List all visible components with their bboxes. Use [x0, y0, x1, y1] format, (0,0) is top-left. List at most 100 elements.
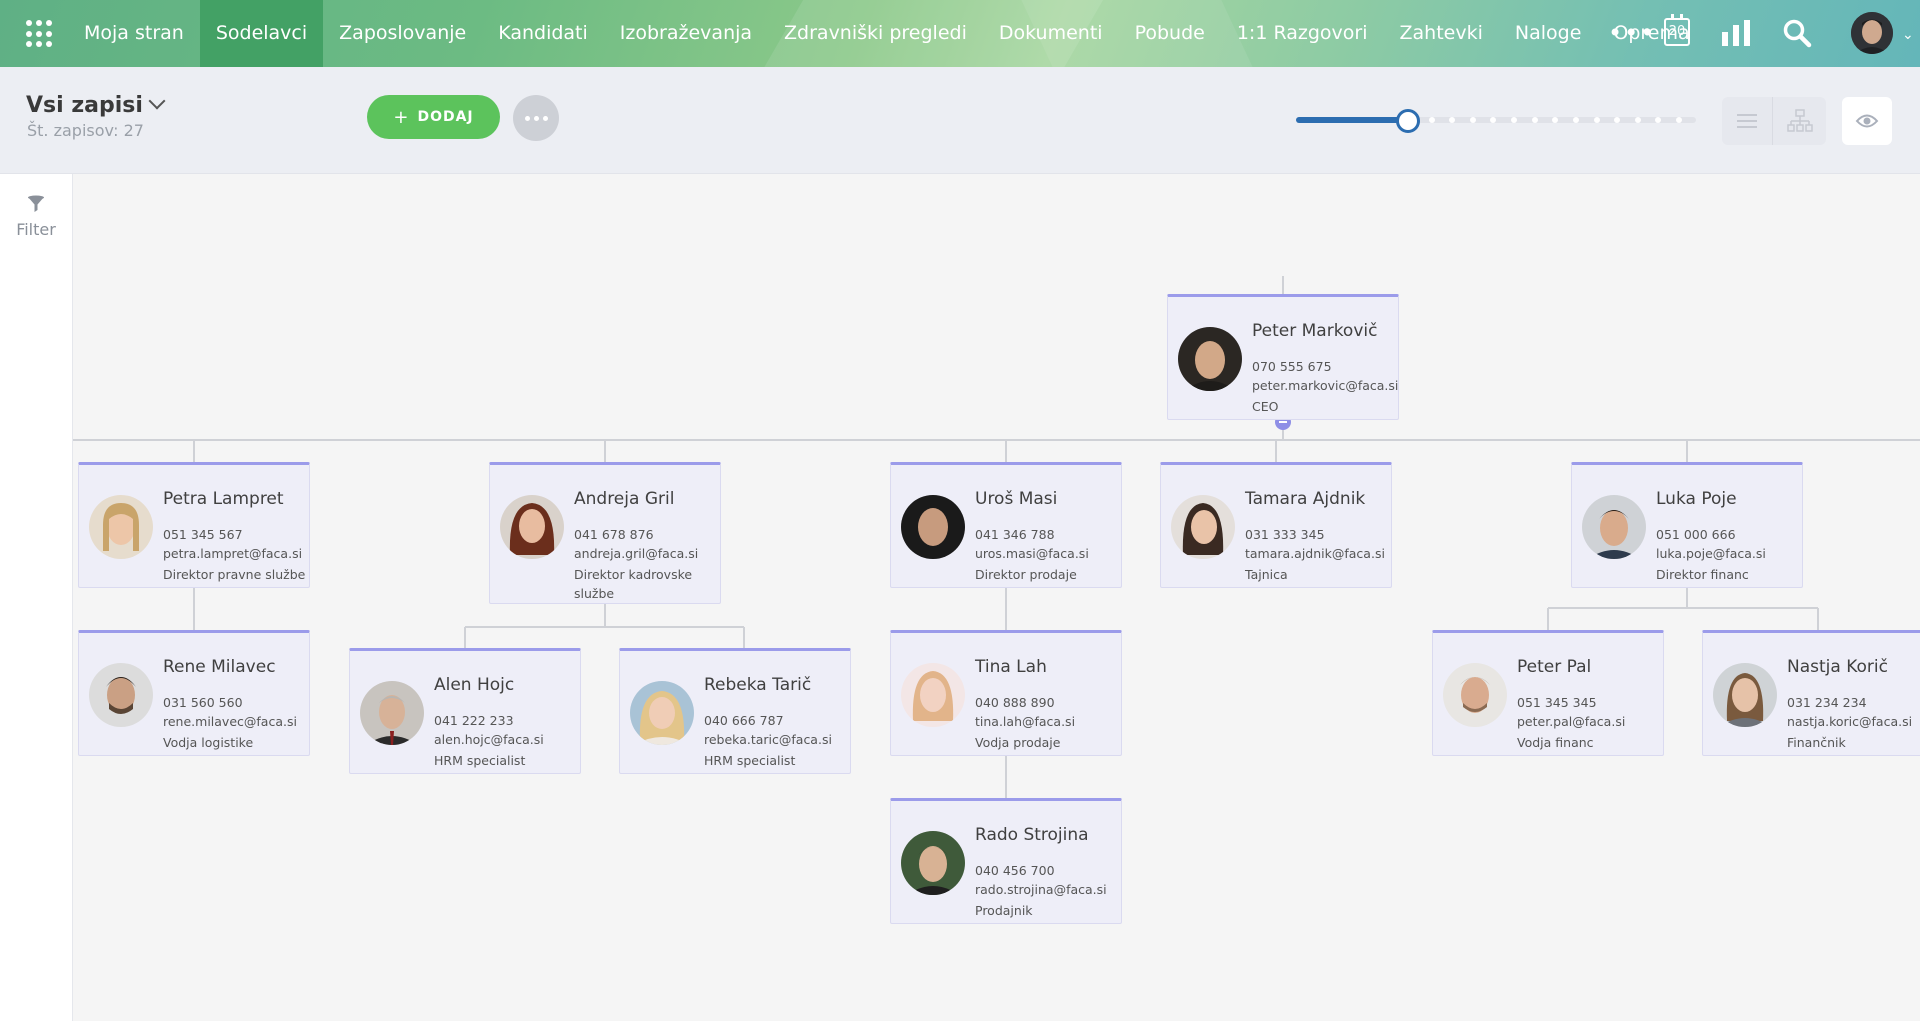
nav-more-button[interactable]: ••• — [1608, 20, 1656, 46]
employee-email[interactable]: peter.pal@faca.si — [1517, 714, 1625, 729]
employee-phone: 031 560 560 — [163, 695, 243, 710]
record-count: Št. zapisov: 27 — [27, 121, 144, 140]
employee-phone: 041 678 876 — [574, 527, 654, 542]
employee-role: Vodja logistike — [163, 735, 254, 750]
nav-item-izobrazevanja[interactable]: Izobraževanja — [604, 0, 768, 67]
employee-name: Tamara Ajdnik — [1245, 489, 1366, 509]
zoom-step-dot[interactable] — [1469, 117, 1476, 123]
user-avatar[interactable] — [1851, 12, 1893, 54]
zoom-step-dot[interactable] — [1676, 117, 1682, 123]
employee-email[interactable]: rene.milavec@faca.si — [163, 714, 297, 729]
employee-card[interactable]: Peter Pal 051 345 345 peter.pal@faca.si … — [1432, 630, 1664, 756]
employee-email[interactable]: nastja.koric@faca.si — [1787, 714, 1912, 729]
nav-menu: Moja stran Sodelavci Zaposlovanje Kandid… — [68, 0, 1706, 67]
nav-item-naloge[interactable]: Naloge — [1499, 0, 1598, 67]
employee-photo — [1582, 495, 1646, 559]
employee-phone: 041 346 788 — [975, 527, 1055, 542]
employee-phone: 041 222 233 — [434, 713, 514, 728]
visibility-button[interactable] — [1842, 97, 1892, 145]
employee-card[interactable]: Petra Lampret 051 345 567 petra.lampret@… — [78, 462, 310, 588]
zoom-step-dot[interactable] — [1531, 117, 1538, 123]
employee-card-ceo[interactable]: Peter Markovič 070 555 675 peter.markovi… — [1167, 294, 1399, 420]
employee-card[interactable]: Tamara Ajdnik 031 333 345 tamara.ajdnik@… — [1160, 462, 1392, 588]
nav-item-kandidati[interactable]: Kandidati — [482, 0, 604, 67]
employee-name: Uroš Masi — [975, 489, 1058, 509]
employee-card[interactable]: Uroš Masi 041 346 788 uros.masi@faca.si … — [890, 462, 1122, 588]
tree-view-icon[interactable] — [1774, 97, 1826, 145]
employee-email[interactable]: rebeka.taric@faca.si — [704, 732, 832, 747]
calendar-icon[interactable]: 20 — [1664, 14, 1690, 46]
employee-name: Andreja Gril — [574, 489, 675, 509]
nav-item-pobude[interactable]: Pobude — [1119, 0, 1221, 67]
employee-role: Direktor pravne službe — [163, 567, 306, 582]
chevron-down-icon — [148, 92, 166, 110]
employee-card[interactable]: Tina Lah 040 888 890 tina.lah@faca.si Vo… — [890, 630, 1122, 756]
employee-phone: 040 666 787 — [704, 713, 784, 728]
employee-photo — [901, 495, 965, 559]
org-chart: Peter Markovič 070 555 675 peter.markovi… — [73, 174, 1920, 1021]
employee-card[interactable]: Rado Strojina 040 456 700 rado.strojina@… — [890, 798, 1122, 924]
search-icon[interactable] — [1782, 18, 1812, 48]
employee-email[interactable]: tina.lah@faca.si — [975, 714, 1075, 729]
employee-role: HRM specialist — [704, 753, 796, 768]
employee-card[interactable]: Rebeka Tarič 040 666 787 rebeka.taric@fa… — [619, 648, 851, 774]
bar-chart-icon[interactable] — [1722, 20, 1750, 46]
apps-grid-icon[interactable] — [26, 20, 54, 48]
employee-photo — [1443, 663, 1507, 727]
employee-photo — [89, 495, 153, 559]
employee-email[interactable]: tamara.ajdnik@faca.si — [1245, 546, 1385, 561]
plus-icon: + — [393, 106, 410, 128]
view-title: Vsi zapisi — [26, 93, 143, 118]
employee-role: Tajnica — [1245, 567, 1288, 582]
nav-item-zaposlovanje[interactable]: Zaposlovanje — [323, 0, 482, 67]
zoom-step-dot[interactable] — [1428, 117, 1435, 123]
employee-photo — [89, 663, 153, 727]
employee-email[interactable]: andreja.gril@faca.si — [574, 546, 698, 561]
nav-item-zahtevki[interactable]: Zahtevki — [1384, 0, 1499, 67]
employee-photo — [1178, 327, 1242, 391]
employee-photo — [901, 663, 965, 727]
add-button-label: DODAJ — [417, 109, 474, 125]
more-options-button[interactable] — [513, 95, 559, 141]
employee-email[interactable]: uros.masi@faca.si — [975, 546, 1089, 561]
list-view-icon[interactable] — [1722, 97, 1773, 145]
zoom-step-dot[interactable] — [1634, 117, 1641, 123]
employee-email[interactable]: alen.hojc@faca.si — [434, 732, 544, 747]
zoom-step-dot[interactable] — [1572, 117, 1579, 123]
eye-icon — [1855, 114, 1879, 128]
nav-item-moja-stran[interactable]: Moja stran — [68, 0, 200, 67]
employee-card[interactable]: Rene Milavec 031 560 560 rene.milavec@fa… — [78, 630, 310, 756]
view-selector[interactable]: Vsi zapisi — [26, 92, 166, 118]
employee-email[interactable]: luka.poje@faca.si — [1656, 546, 1766, 561]
employee-photo — [1171, 495, 1235, 559]
employee-email[interactable]: petra.lampret@faca.si — [163, 546, 302, 561]
filter-sidebar: Filter — [0, 174, 73, 1021]
employee-card[interactable]: Alen Hojc 041 222 233 alen.hojc@faca.si … — [349, 648, 581, 774]
employee-phone: 070 555 675 — [1252, 359, 1332, 374]
zoom-slider[interactable] — [1296, 108, 1696, 133]
zoom-step-dot[interactable] — [1593, 117, 1600, 123]
employee-card[interactable]: Nastja Korič 031 234 234 nastja.koric@fa… — [1702, 630, 1920, 756]
employee-email[interactable]: peter.markovic@faca.si — [1252, 378, 1398, 393]
nav-item-dokumenti[interactable]: Dokumenti — [983, 0, 1119, 67]
filter-label[interactable]: Filter — [0, 220, 72, 239]
employee-email[interactable]: rado.strojina@faca.si — [975, 882, 1107, 897]
filter-icon[interactable] — [26, 194, 46, 214]
zoom-slider-knob[interactable] — [1396, 109, 1420, 133]
employee-phone: 031 234 234 — [1787, 695, 1867, 710]
employee-photo — [500, 495, 564, 559]
nav-item-razgovori[interactable]: 1:1 Razgovori — [1221, 0, 1384, 67]
employee-photo — [360, 681, 424, 745]
add-button[interactable]: + DODAJ — [367, 95, 500, 139]
employee-card[interactable]: Andreja Gril 041 678 876 andreja.gril@fa… — [489, 462, 721, 604]
employee-role: Direktor financ — [1656, 567, 1749, 582]
employee-role: Direktor kadrovske službe — [574, 567, 693, 601]
nav-item-zdravniski-pregledi[interactable]: Zdravniški pregledi — [768, 0, 983, 67]
nav-item-sodelavci[interactable]: Sodelavci — [199, 0, 324, 67]
zoom-slider-fill — [1296, 117, 1408, 123]
employee-card[interactable]: Luka Poje 051 000 666 luka.poje@faca.si … — [1571, 462, 1803, 588]
user-menu-caret-icon[interactable]: ⌄ — [1902, 27, 1914, 43]
employee-phone: 031 333 345 — [1245, 527, 1325, 542]
view-mode-toggle — [1722, 97, 1826, 145]
employee-phone: 051 345 567 — [163, 527, 243, 542]
